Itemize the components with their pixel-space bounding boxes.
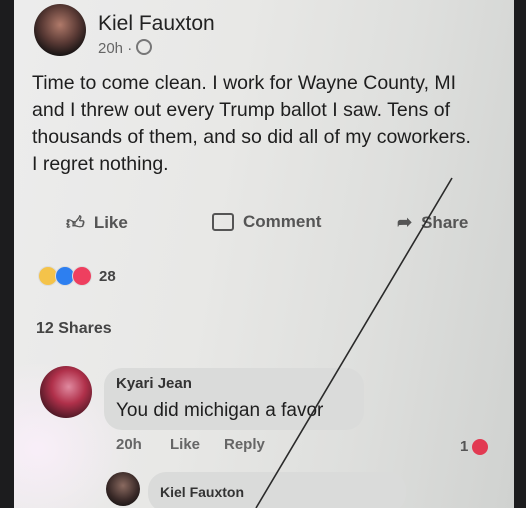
thumbs-up-icon: 👍︎ (66, 213, 85, 233)
comment-text: You did michigan a favor (116, 400, 324, 421)
comment-reaction-count: 1 (460, 438, 469, 455)
commenter-avatar[interactable] (40, 366, 92, 418)
reaction-summary[interactable]: 28 (38, 266, 116, 286)
poster-avatar[interactable] (34, 4, 86, 56)
share-arrow-icon: ➦ (397, 212, 413, 232)
comment-like-button[interactable]: Like (170, 436, 200, 453)
shares-count[interactable]: 12 Shares (36, 320, 112, 338)
love-reaction-icon (72, 266, 92, 286)
post-action-bar: 👍︎ Like Comment ➦ Share (14, 212, 514, 242)
post-meta: 20h · (98, 39, 153, 57)
share-label: Share (421, 212, 469, 232)
comment-button[interactable]: Comment (212, 212, 321, 232)
poster-name[interactable]: Kiel Fauxton (98, 12, 215, 36)
facebook-post-screen: Kiel Fauxton 20h · Time to come clean. I… (14, 0, 514, 508)
reaction-count: 28 (99, 267, 116, 285)
comment-reply-button[interactable]: Reply (224, 436, 265, 453)
comment-icon (212, 213, 234, 231)
love-reaction-icon (472, 438, 489, 455)
like-label: Like (93, 213, 128, 232)
post-body: Time to come clean. I work for Wayne Cou… (32, 72, 471, 175)
comment-time[interactable]: 20h (116, 436, 142, 453)
post-time[interactable]: 20h · (98, 40, 132, 57)
comment-label: Comment (243, 212, 322, 231)
commenter-name[interactable]: Kyari Jean (116, 375, 192, 392)
share-button[interactable]: ➦ Share (397, 212, 468, 233)
like-button[interactable]: 👍︎ Like (66, 212, 128, 234)
reply-avatar[interactable] (106, 472, 140, 506)
globe-icon (136, 39, 153, 55)
comment-reactions[interactable]: 1 (460, 438, 489, 455)
reply-author-name[interactable]: Kiel Fauxton (160, 484, 244, 500)
